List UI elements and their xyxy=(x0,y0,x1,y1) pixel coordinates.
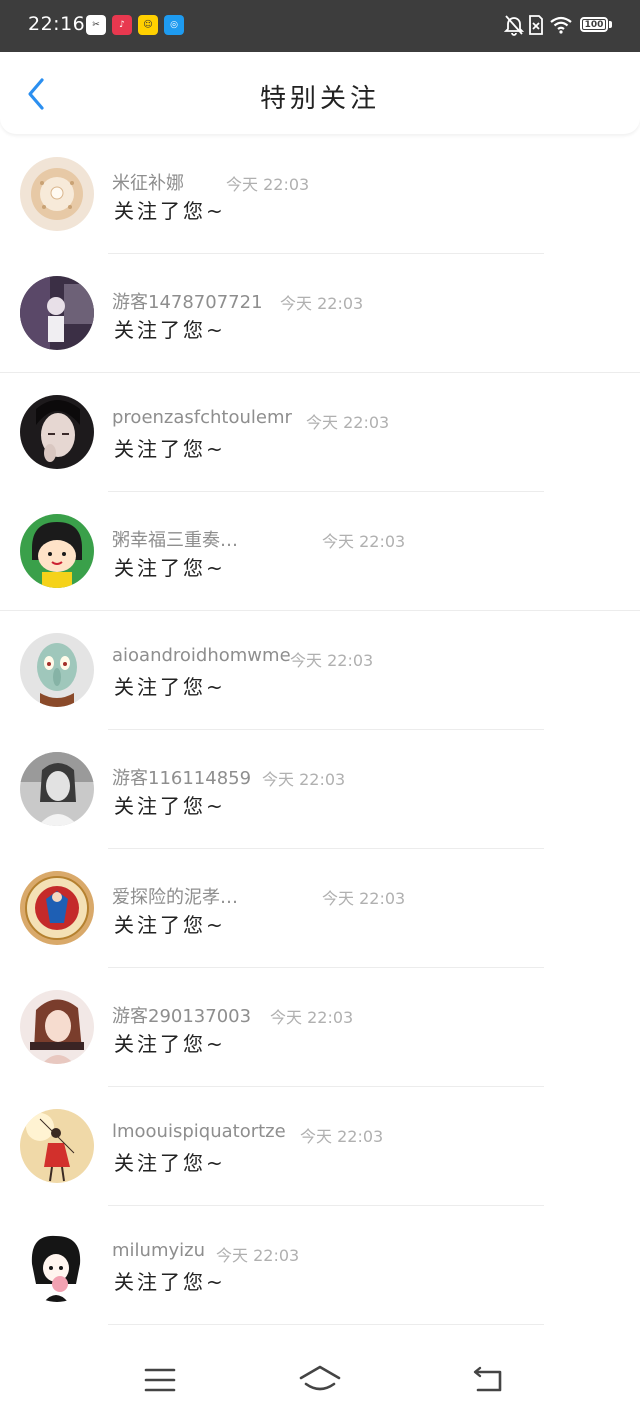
battery-icon: 100 xyxy=(580,17,608,32)
list-item[interactable]: proenzasfchtoulemr 今天 22:03 关注了您~ xyxy=(0,373,640,492)
avatar[interactable] xyxy=(20,157,94,231)
avatar[interactable] xyxy=(20,1109,94,1183)
contact-name: 米征补娜 xyxy=(112,173,184,194)
list-item[interactable]: lmoouispiquatortze 今天 22:03 关注了您~ xyxy=(0,1087,640,1206)
contact-name: 游客1478707721 xyxy=(112,292,263,313)
follow-message: 关注了您~ xyxy=(114,675,226,699)
app-notification-icon: ◎ xyxy=(164,15,184,35)
follow-time: 今天 22:03 xyxy=(226,175,310,194)
battery-tip xyxy=(609,21,612,28)
follow-time: 今天 22:03 xyxy=(262,770,346,789)
contact-name: aioandroidhomwme xyxy=(112,645,291,666)
follow-time: 今天 22:03 xyxy=(300,1127,384,1146)
sim-off-icon xyxy=(529,15,543,35)
list-item[interactable]: milumyizu 今天 22:03 关注了您~ xyxy=(0,1206,640,1325)
home-button[interactable] xyxy=(298,1364,342,1400)
follow-message: 关注了您~ xyxy=(114,1270,226,1294)
wifi-icon xyxy=(550,16,572,34)
list-item[interactable]: 游客116114859 今天 22:03 关注了您~ xyxy=(0,730,640,849)
list-item[interactable]: 游客290137003 今天 22:03 关注了您~ xyxy=(0,968,640,1087)
avatar[interactable] xyxy=(20,871,94,945)
contact-name: 爱探险的泥孝… xyxy=(112,887,238,908)
avatar[interactable] xyxy=(20,276,94,350)
contact-name: 游客116114859 xyxy=(112,768,252,789)
follow-message: 关注了您~ xyxy=(114,318,226,342)
follow-time: 今天 22:03 xyxy=(270,1008,354,1027)
follow-time: 今天 22:03 xyxy=(322,889,406,908)
avatar[interactable] xyxy=(20,395,94,469)
follow-message: 关注了您~ xyxy=(114,199,226,223)
list-item[interactable]: 粥幸福三重奏… 今天 22:03 关注了您~ xyxy=(0,492,640,611)
contact-name: 游客290137003 xyxy=(112,1006,252,1027)
battery-level: 100 xyxy=(584,19,604,30)
app-notification-icon: ☺ xyxy=(138,15,158,35)
system-nav-bar xyxy=(0,1342,640,1422)
follow-message: 关注了您~ xyxy=(114,437,226,461)
divider xyxy=(108,1324,544,1325)
follow-message: 关注了您~ xyxy=(114,556,226,580)
contact-name: 粥幸福三重奏… xyxy=(112,530,238,551)
header-bar: 特别关注 xyxy=(0,52,640,134)
return-icon xyxy=(473,1366,502,1392)
follow-list: 米征补娜 今天 22:03 关注了您~ 游客1478707721 今天 22:0… xyxy=(0,135,640,1325)
follow-time: 今天 22:03 xyxy=(280,294,364,313)
app-notification-icon: ♪ xyxy=(112,15,132,35)
avatar[interactable] xyxy=(20,990,94,1064)
app-notification-icon: ✂ xyxy=(86,15,106,35)
menu-icon xyxy=(144,1368,176,1392)
list-item[interactable]: 爱探险的泥孝… 今天 22:03 关注了您~ xyxy=(0,849,640,968)
follow-message: 关注了您~ xyxy=(114,1032,226,1056)
home-icon xyxy=(299,1365,341,1391)
follow-time: 今天 22:03 xyxy=(216,1246,300,1265)
contact-name: lmoouispiquatortze xyxy=(112,1121,286,1142)
list-item[interactable]: 游客1478707721 今天 22:03 关注了您~ xyxy=(0,254,640,373)
avatar[interactable] xyxy=(20,633,94,707)
notifications-off-icon xyxy=(504,15,524,36)
follow-message: 关注了您~ xyxy=(114,794,226,818)
status-bar: 22:16 ✂ ♪ ☺ ◎ 100 xyxy=(0,0,640,52)
menu-button[interactable] xyxy=(144,1366,176,1398)
follow-time: 今天 22:03 xyxy=(306,413,390,432)
follow-message: 关注了您~ xyxy=(114,1151,226,1175)
avatar[interactable] xyxy=(20,1228,94,1302)
follow-message: 关注了您~ xyxy=(114,913,226,937)
list-item[interactable]: 米征补娜 今天 22:03 关注了您~ xyxy=(0,135,640,254)
contact-name: proenzasfchtoulemr xyxy=(112,407,292,428)
avatar[interactable] xyxy=(20,752,94,826)
status-time: 22:16 xyxy=(28,13,86,35)
contact-name: milumyizu xyxy=(112,1240,205,1261)
page-title: 特别关注 xyxy=(259,84,380,114)
follow-time: 今天 22:03 xyxy=(290,651,374,670)
follow-time: 今天 22:03 xyxy=(322,532,406,551)
return-button[interactable] xyxy=(472,1366,504,1398)
list-item[interactable]: aioandroidhomwme 今天 22:03 关注了您~ xyxy=(0,611,640,730)
avatar[interactable] xyxy=(20,514,94,588)
